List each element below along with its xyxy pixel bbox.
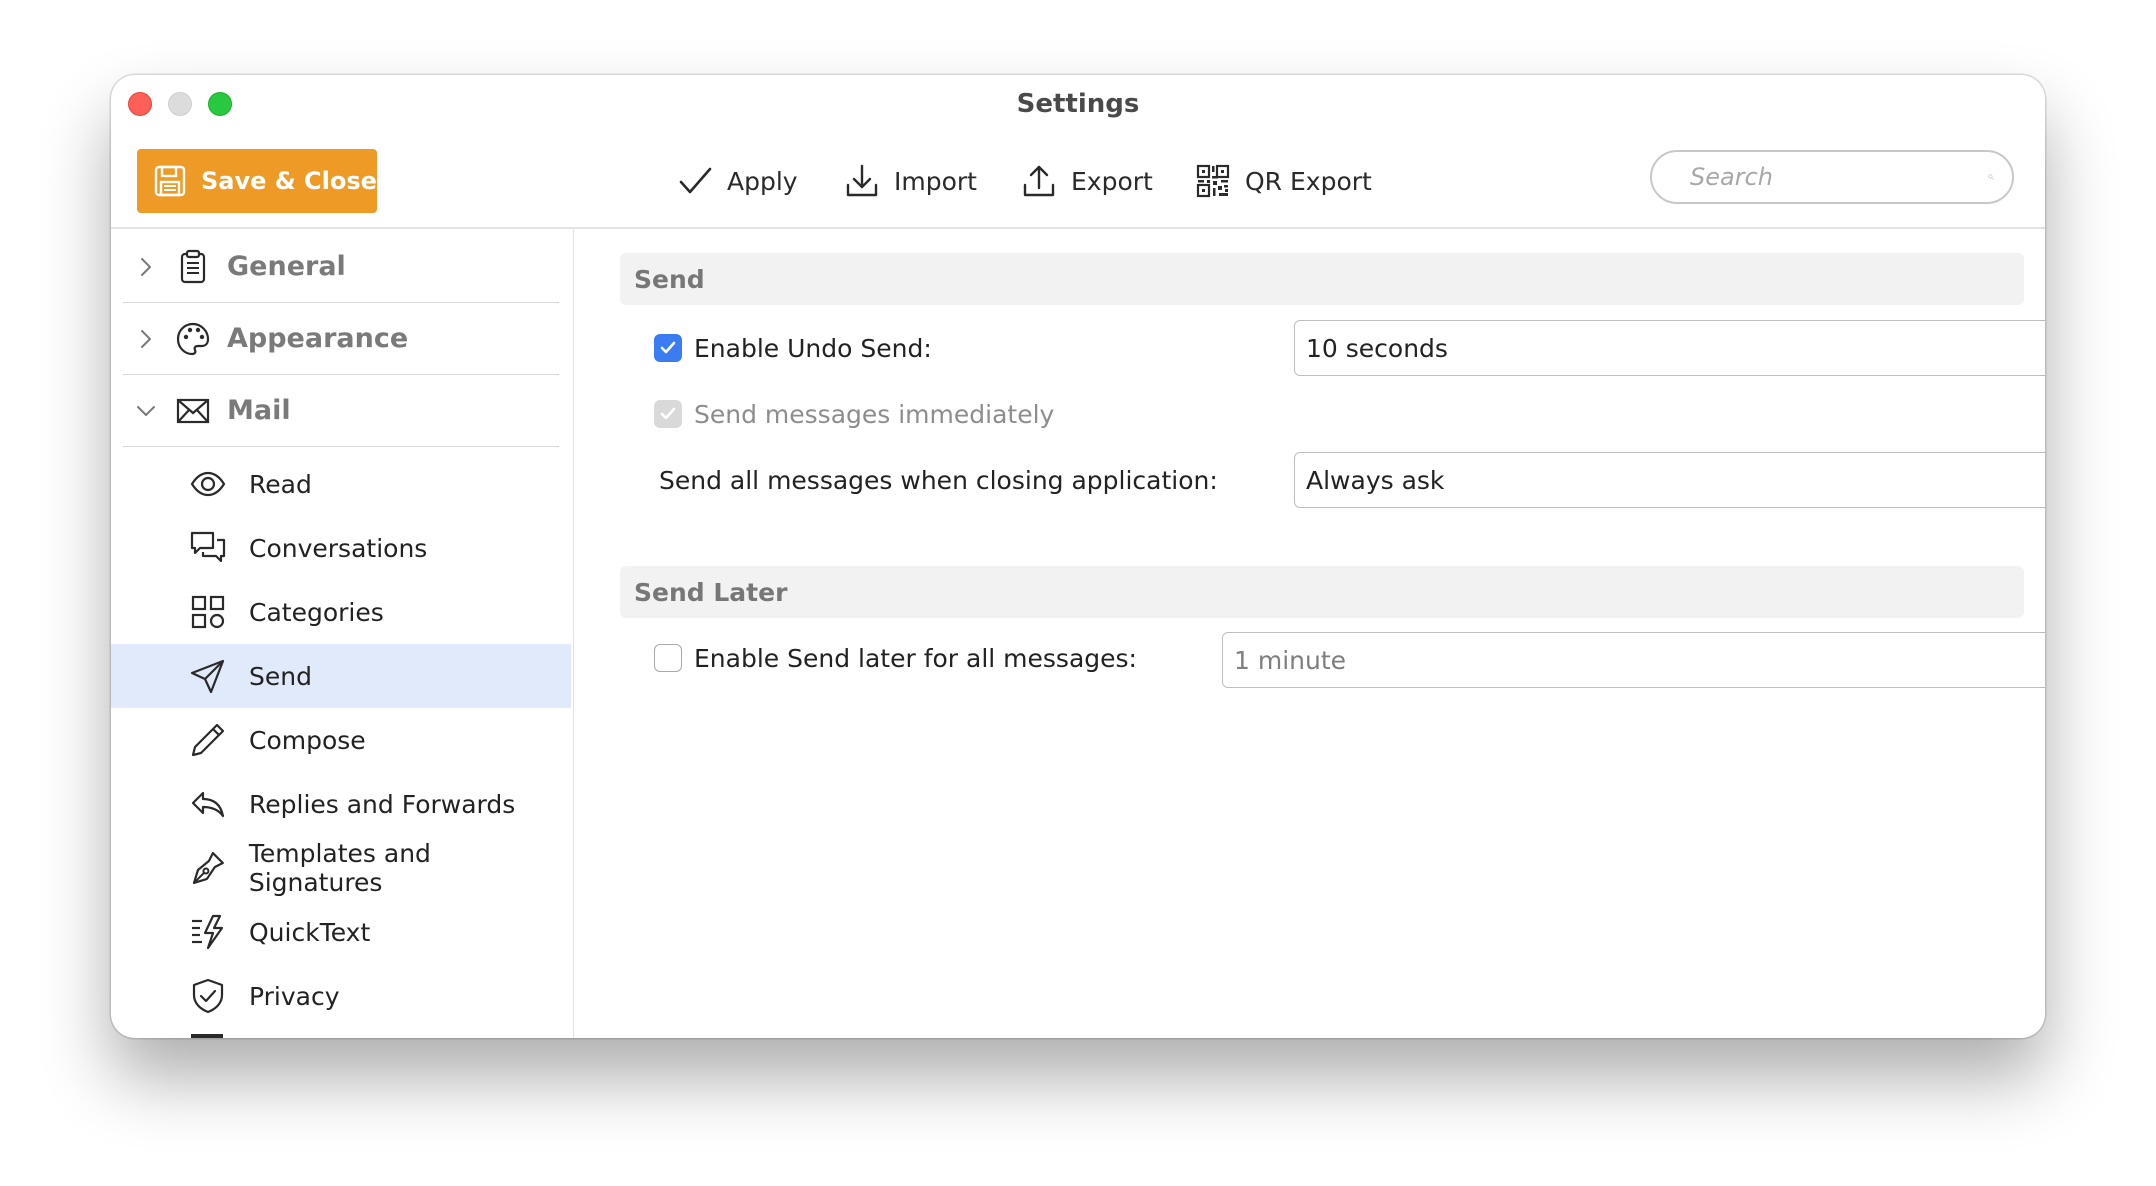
send-on-close-value: Always ask	[1306, 465, 1445, 495]
send-on-close-row: Send all messages when closing applicati…	[659, 456, 1218, 504]
sidebar-item-label: Privacy	[249, 981, 340, 1011]
send-later-delay-select[interactable]: 1 minute	[1222, 632, 2045, 688]
import-label: Import	[894, 166, 977, 196]
pencil-icon	[191, 723, 225, 757]
undo-send-duration-select[interactable]: 10 seconds	[1294, 320, 2045, 376]
sidebar-item-label: Compose	[249, 725, 366, 755]
send-immediately-row: Send messages immediately	[654, 390, 1054, 438]
sidebar-item-privacy[interactable]: Privacy	[111, 964, 571, 1028]
undo-send-duration-value: 10 seconds	[1306, 333, 1448, 363]
chevron-down-icon	[137, 405, 155, 416]
window-title: Settings	[1016, 89, 1140, 119]
speech-bubbles-icon	[190, 531, 226, 563]
category-label: General	[227, 251, 346, 282]
qr-export-button[interactable]: QR Export	[1195, 161, 1372, 201]
eye-icon	[190, 471, 226, 497]
download-icon	[846, 164, 878, 197]
category-label: Appearance	[227, 323, 409, 354]
sidebar-item-read[interactable]: Read	[111, 452, 571, 516]
palette-icon	[176, 322, 210, 355]
envelope-icon	[176, 398, 210, 423]
sidebar-item-label: QuickText	[249, 917, 371, 947]
sidebar-item-label: Categories	[249, 597, 384, 627]
undo-send-label[interactable]: Enable Undo Send:	[694, 334, 932, 363]
send-immediately-label: Send messages immediately	[694, 399, 1055, 429]
sidebar-item-categories[interactable]: Categories	[111, 580, 571, 644]
send-later-row: Enable Send later for all messages:	[654, 634, 1137, 682]
save-close-button[interactable]: Save & Close	[137, 149, 377, 213]
next-item-icon-partial	[191, 1034, 223, 1038]
chevron-right-icon	[141, 329, 151, 348]
send-on-close-select[interactable]: Always ask	[1294, 452, 2045, 508]
pen-nib-icon	[192, 851, 224, 885]
send-on-close-label: Send all messages when closing applicati…	[659, 465, 1218, 495]
sidebar-category-appearance[interactable]: Appearance	[123, 303, 559, 375]
sidebar-item-label: Send	[249, 661, 312, 691]
sidebar-category-mail[interactable]: Mail	[123, 375, 559, 447]
upload-icon	[1023, 165, 1055, 197]
quicktext-icon	[192, 914, 224, 950]
qr-code-icon	[1196, 164, 1230, 198]
send-immediately-checkbox	[654, 400, 682, 428]
send-later-checkbox[interactable]	[654, 644, 682, 672]
sidebar-item-label: Templates and Signatures	[248, 839, 431, 897]
undo-send-row: Enable Undo Send:	[654, 324, 932, 372]
sidebar-item-label: Conversations	[249, 533, 428, 563]
import-button[interactable]: Import	[844, 161, 977, 201]
search-icon[interactable]	[1988, 162, 1994, 192]
export-button[interactable]: Export	[1021, 161, 1153, 201]
reply-icon	[191, 791, 225, 818]
checkmark-icon	[660, 341, 676, 354]
sidebar-item-templates-signatures[interactable]: Templates and Signatures	[111, 836, 571, 900]
send-later-section-header: Send Later	[620, 566, 2024, 618]
search-box[interactable]	[1650, 150, 2014, 204]
sidebar-item-quicktext[interactable]: QuickText	[111, 900, 571, 964]
apply-label: Apply	[727, 166, 798, 196]
paper-plane-icon	[190, 659, 225, 694]
sidebar-item-send[interactable]: Send	[111, 644, 571, 708]
grid-icon	[191, 595, 225, 629]
settings-content: Send Enable Undo Send: 10 seconds Send m…	[574, 228, 2045, 1038]
send-later-delay-value: 1 minute	[1234, 645, 1347, 675]
undo-send-checkbox[interactable]	[654, 334, 682, 362]
qr-export-label: QR Export	[1245, 166, 1372, 196]
floppy-disk-icon	[154, 165, 186, 197]
clipboard-icon	[180, 249, 206, 283]
checkmark-icon	[660, 407, 676, 420]
sidebar-category-general[interactable]: General	[123, 231, 559, 303]
send-section-header: Send	[620, 253, 2024, 305]
sidebar-item-label: Replies and Forwards	[249, 789, 516, 819]
sidebar-item-compose[interactable]: Compose	[111, 708, 571, 772]
sidebar-item-conversations[interactable]: Conversations	[111, 516, 571, 580]
checkmark-icon	[679, 167, 712, 194]
settings-window: Settings Save & Close Apply Import Expor…	[111, 75, 2045, 1038]
send-later-label[interactable]: Enable Send later for all messages:	[694, 644, 1137, 673]
chevron-right-icon	[141, 257, 151, 276]
category-label: Mail	[227, 395, 291, 426]
export-label: Export	[1071, 166, 1153, 196]
search-input[interactable]	[1688, 162, 1988, 192]
sidebar-item-replies-forwards[interactable]: Replies and Forwards	[111, 772, 571, 836]
shield-icon	[192, 978, 224, 1014]
sidebar: General Appearance Mail Read Conversatio…	[111, 228, 574, 1038]
save-close-label: Save & Close	[201, 167, 377, 195]
apply-button[interactable]: Apply	[677, 161, 798, 201]
sidebar-item-label: Read	[249, 469, 312, 499]
